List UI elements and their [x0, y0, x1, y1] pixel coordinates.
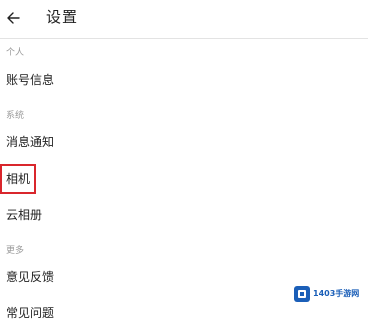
menu-item-faq[interactable]: 常见问题 — [6, 305, 54, 320]
section-label-system: 系统 — [6, 111, 25, 121]
watermark-text: 1403手游网 — [313, 289, 360, 298]
page-title: 设置 — [46, 8, 79, 26]
menu-item-camera[interactable]: 相机 — [0, 164, 37, 194]
menu-item-cloud-album[interactable]: 云相册 — [6, 207, 42, 223]
menu-item-feedback[interactable]: 意见反馈 — [6, 269, 54, 285]
menu-item-notifications[interactable]: 消息通知 — [6, 134, 54, 150]
watermark: 1403手游网 — [294, 282, 362, 306]
back-button[interactable] — [2, 6, 24, 30]
logo-icon — [294, 286, 310, 302]
section-label-personal: 个人 — [6, 48, 25, 58]
menu-item-account-info[interactable]: 账号信息 — [6, 72, 54, 88]
settings-screen: 设置 个人 账号信息 系统 消息通知 相机 云相册 更多 意见反馈 常见问题 1… — [0, 0, 368, 320]
top-bar: 设置 — [0, 0, 368, 39]
section-label-more: 更多 — [6, 246, 25, 256]
arrow-left-icon — [7, 12, 20, 24]
